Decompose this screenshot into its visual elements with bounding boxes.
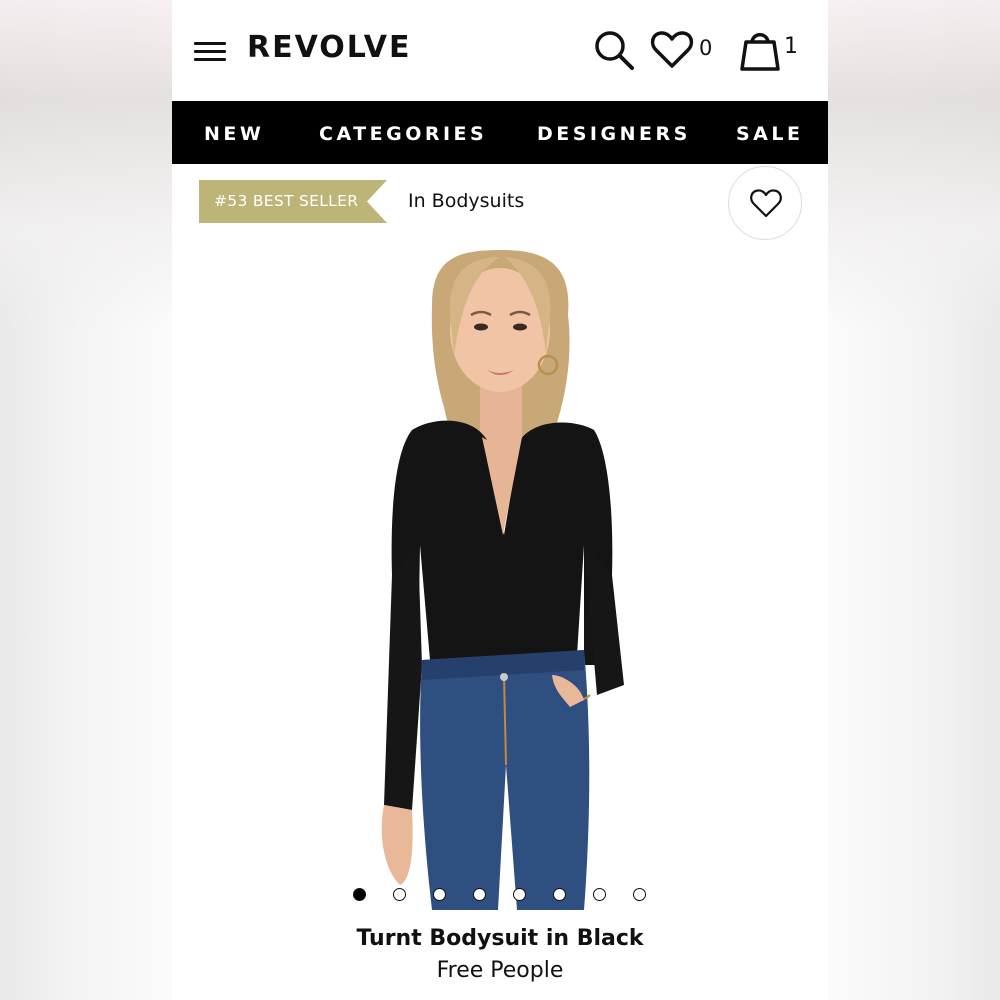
product-brand[interactable]: Free People: [172, 958, 828, 983]
carousel-dot[interactable]: [393, 888, 406, 901]
carousel-dot[interactable]: [433, 888, 446, 901]
best-seller-category[interactable]: In Bodysuits: [408, 190, 524, 212]
logo[interactable]: REVOLVE: [247, 30, 411, 65]
add-to-wishlist-button[interactable]: [728, 166, 802, 240]
carousel-dot[interactable]: [353, 888, 366, 901]
main-nav: NEW CATEGORIES DESIGNERS SALE: [172, 101, 828, 164]
carousel-dot[interactable]: [553, 888, 566, 901]
nav-designers[interactable]: DESIGNERS: [537, 123, 691, 145]
search-icon[interactable]: [592, 28, 636, 72]
carousel-dot[interactable]: [513, 888, 526, 901]
heart-icon: [750, 189, 782, 218]
nav-categories[interactable]: CATEGORIES: [319, 123, 487, 145]
product-image[interactable]: [322, 245, 682, 910]
nav-new[interactable]: NEW: [204, 123, 264, 145]
app-screen: REVOLVE 0 1 NEW CATEGORIES DESIGNERS SAL…: [172, 0, 828, 1000]
product-title: Turnt Bodysuit in Black: [356, 926, 644, 951]
carousel-dot[interactable]: [473, 888, 486, 901]
menu-icon[interactable]: [192, 38, 228, 64]
carousel-dot[interactable]: [633, 888, 646, 901]
bag-count: 1: [784, 34, 798, 59]
carousel-dots: [352, 888, 652, 902]
shopping-bag-icon[interactable]: [738, 28, 782, 72]
heart-icon[interactable]: [650, 30, 694, 70]
nav-sale[interactable]: SALE: [736, 123, 803, 145]
header: REVOLVE 0 1: [172, 0, 828, 101]
carousel-dot[interactable]: [593, 888, 606, 901]
best-seller-rank: #53 BEST SELLER: [214, 192, 359, 210]
wishlist-count: 0: [699, 36, 713, 60]
